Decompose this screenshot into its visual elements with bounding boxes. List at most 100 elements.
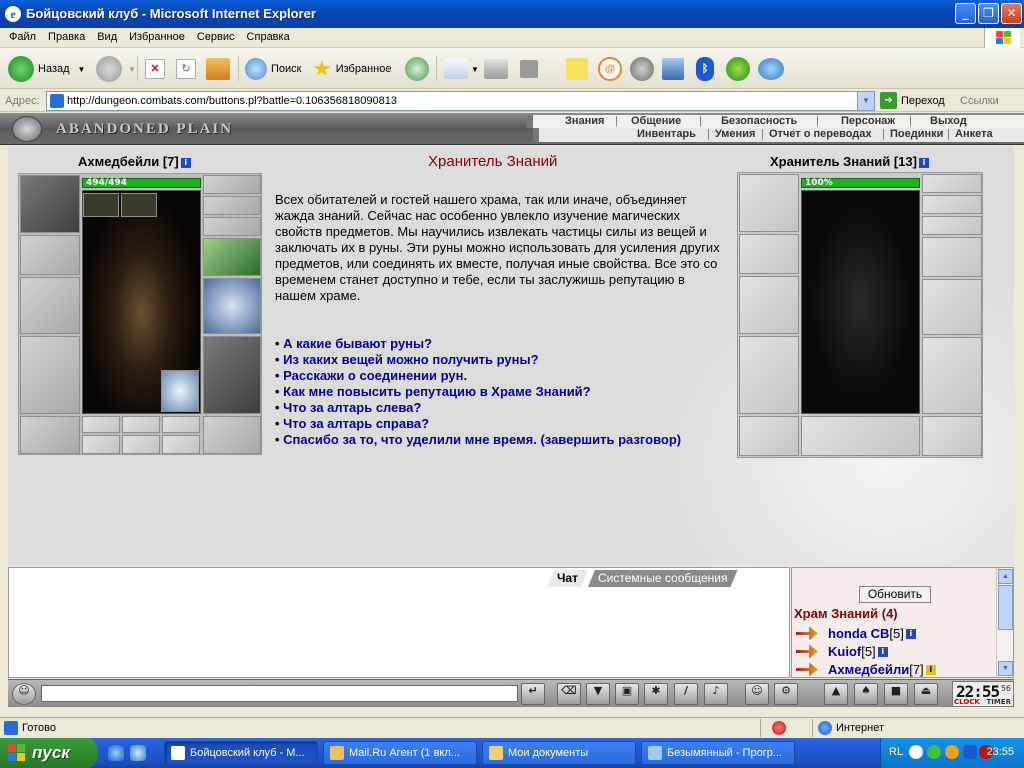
maximize-button[interactable]: ❐ bbox=[978, 3, 999, 24]
dialog-option[interactable]: • Из каких вещей можно получить руны? bbox=[275, 352, 695, 368]
address-dropdown-icon[interactable]: ▼ bbox=[857, 92, 874, 110]
rune-slot-icon[interactable] bbox=[121, 193, 157, 217]
list-item[interactable]: Ахмедбейли [7] i bbox=[796, 662, 936, 677]
pocket-slot-icon[interactable] bbox=[162, 416, 200, 433]
private-message-icon[interactable] bbox=[796, 644, 818, 659]
icq-button[interactable] bbox=[726, 54, 750, 84]
scroll-thumb[interactable] bbox=[998, 585, 1013, 630]
mask-icon[interactable]: ♠ bbox=[854, 683, 878, 705]
nav-skills[interactable]: Умения bbox=[715, 128, 755, 140]
dialog-option[interactable]: • Что за алтарь слева? bbox=[275, 400, 695, 416]
dialog-option[interactable]: • Спасибо за то, что уделили мне время. … bbox=[275, 432, 695, 448]
menu-view[interactable]: Вид bbox=[91, 28, 123, 43]
dialog-option[interactable]: • А какие бывают руны? bbox=[275, 336, 695, 352]
task-mail-agent[interactable]: Mail.Ru Агент (1 вкл... bbox=[323, 741, 477, 765]
nav-knowledge[interactable]: Знания bbox=[565, 115, 604, 127]
refresh-button[interactable]: ↻ bbox=[176, 54, 196, 84]
player-name[interactable]: Ахмедбейли bbox=[78, 154, 159, 169]
scroll-up-icon[interactable]: ▲ bbox=[998, 569, 1013, 584]
tray-arrow-icon[interactable] bbox=[909, 745, 923, 759]
research-button[interactable] bbox=[662, 54, 684, 84]
private-message-icon[interactable] bbox=[796, 626, 818, 641]
bracers-slot-icon[interactable] bbox=[20, 235, 80, 275]
menu-help[interactable]: Справка bbox=[241, 28, 296, 43]
rune-bar-slot-icon[interactable] bbox=[801, 416, 920, 456]
amulet-slot-icon[interactable] bbox=[922, 195, 982, 214]
helmet-slot-icon[interactable] bbox=[739, 174, 799, 232]
home-button[interactable] bbox=[206, 54, 230, 84]
edit-button[interactable] bbox=[520, 54, 538, 84]
nav-exit[interactable]: Выход bbox=[930, 115, 967, 127]
mail-button[interactable]: ▼ bbox=[444, 54, 479, 84]
rune-slot-icon[interactable] bbox=[83, 193, 119, 217]
tab-chat[interactable]: Чат bbox=[547, 570, 588, 587]
start-button[interactable]: пуск bbox=[0, 738, 98, 768]
armor-slot-icon[interactable] bbox=[20, 336, 80, 414]
armor-slot-icon[interactable] bbox=[739, 336, 799, 414]
clear-icon[interactable]: ⌫ bbox=[557, 683, 581, 705]
filter-icon[interactable]: ▼ bbox=[586, 683, 610, 705]
rings-slot-icon[interactable] bbox=[922, 216, 982, 235]
music-icon[interactable]: ♪ bbox=[704, 683, 728, 705]
bag-icon[interactable]: ▲ bbox=[824, 683, 848, 705]
list-item[interactable]: Kuiof [5] i bbox=[796, 644, 888, 659]
language-indicator[interactable]: RL bbox=[889, 746, 903, 758]
privacy-icon[interactable] bbox=[772, 721, 786, 735]
bracers-slot-icon[interactable] bbox=[739, 234, 799, 274]
nav-character[interactable]: Персонаж bbox=[841, 115, 895, 127]
earrings-slot-icon[interactable] bbox=[203, 175, 261, 194]
links-label[interactable]: Ссылки bbox=[960, 95, 999, 107]
helmet-slot-icon[interactable] bbox=[20, 175, 80, 233]
rings-slot-icon[interactable] bbox=[203, 217, 261, 236]
menu-favorites[interactable]: Избранное bbox=[123, 28, 191, 43]
shield-slot-icon[interactable] bbox=[203, 278, 261, 334]
shield-slot-icon[interactable] bbox=[922, 279, 982, 335]
menu-tools[interactable]: Сервис bbox=[191, 28, 241, 43]
pocket-slot-icon[interactable] bbox=[162, 435, 200, 454]
earrings-slot-icon[interactable] bbox=[922, 174, 982, 193]
info-icon[interactable]: i bbox=[180, 158, 191, 168]
info-icon[interactable]: i bbox=[918, 158, 929, 168]
tab-system-messages[interactable]: Системные сообщения bbox=[588, 570, 738, 587]
desktop-quicklaunch-icon[interactable] bbox=[130, 745, 146, 761]
private-message-icon[interactable] bbox=[796, 662, 818, 677]
chat-input[interactable] bbox=[41, 685, 518, 702]
chat-settings-icon[interactable]: ⚙ bbox=[774, 683, 798, 705]
pocket-slot-icon[interactable] bbox=[82, 416, 120, 433]
belt-slot-icon[interactable] bbox=[739, 416, 799, 456]
menu-edit[interactable]: Правка bbox=[42, 28, 91, 43]
nav-security[interactable]: Безопасность bbox=[721, 115, 797, 127]
gloves-slot-icon[interactable] bbox=[922, 237, 982, 277]
npc-name[interactable]: Хранитель Знаний bbox=[770, 154, 890, 169]
search-button[interactable]: Поиск bbox=[245, 54, 301, 84]
task-browser[interactable]: Бойцовский клуб - М... bbox=[164, 741, 318, 765]
dialog-option[interactable]: • Как мне повысить репутацию в Храме Зна… bbox=[275, 384, 695, 400]
nav-profile[interactable]: Анкета bbox=[955, 128, 993, 140]
notes-button[interactable] bbox=[566, 54, 588, 84]
icq-tray-icon[interactable] bbox=[927, 745, 941, 759]
agent-button[interactable] bbox=[630, 54, 654, 84]
amulet-slot-icon[interactable] bbox=[203, 196, 261, 215]
bluetooth-tray-icon[interactable] bbox=[963, 745, 977, 759]
lock-icon[interactable]: ■ bbox=[884, 683, 908, 705]
npc-avatar[interactable] bbox=[801, 190, 920, 414]
bluetooth-button[interactable]: ᛒ bbox=[696, 54, 714, 84]
task-my-documents[interactable]: Мои документы bbox=[482, 741, 636, 765]
runner-icon[interactable]: ✱ bbox=[644, 683, 668, 705]
translit-icon[interactable]: / bbox=[674, 683, 698, 705]
history-button[interactable] bbox=[405, 54, 429, 84]
print-button[interactable] bbox=[484, 54, 508, 84]
stop-button[interactable]: ✕ bbox=[145, 54, 165, 84]
address-url[interactable]: http://dungeon.combats.com/buttons.pl?ba… bbox=[67, 95, 397, 107]
exit-icon[interactable]: ⏏ bbox=[914, 683, 938, 705]
close-button[interactable]: ✕ bbox=[1001, 3, 1022, 24]
back-button[interactable]: Назад ▼ bbox=[8, 54, 85, 84]
pocket-slot-icon[interactable] bbox=[122, 435, 160, 454]
dialog-option[interactable]: • Что за алтарь справа? bbox=[275, 416, 695, 432]
pet-icon[interactable] bbox=[161, 370, 199, 412]
ie-quicklaunch-icon[interactable] bbox=[108, 745, 124, 761]
scroll-down-icon[interactable]: ▼ bbox=[998, 661, 1013, 676]
legs-slot-icon[interactable] bbox=[203, 336, 261, 414]
address-input[interactable]: http://dungeon.combats.com/buttons.pl?ba… bbox=[46, 91, 875, 111]
send-icon[interactable]: ↵ bbox=[521, 683, 545, 705]
